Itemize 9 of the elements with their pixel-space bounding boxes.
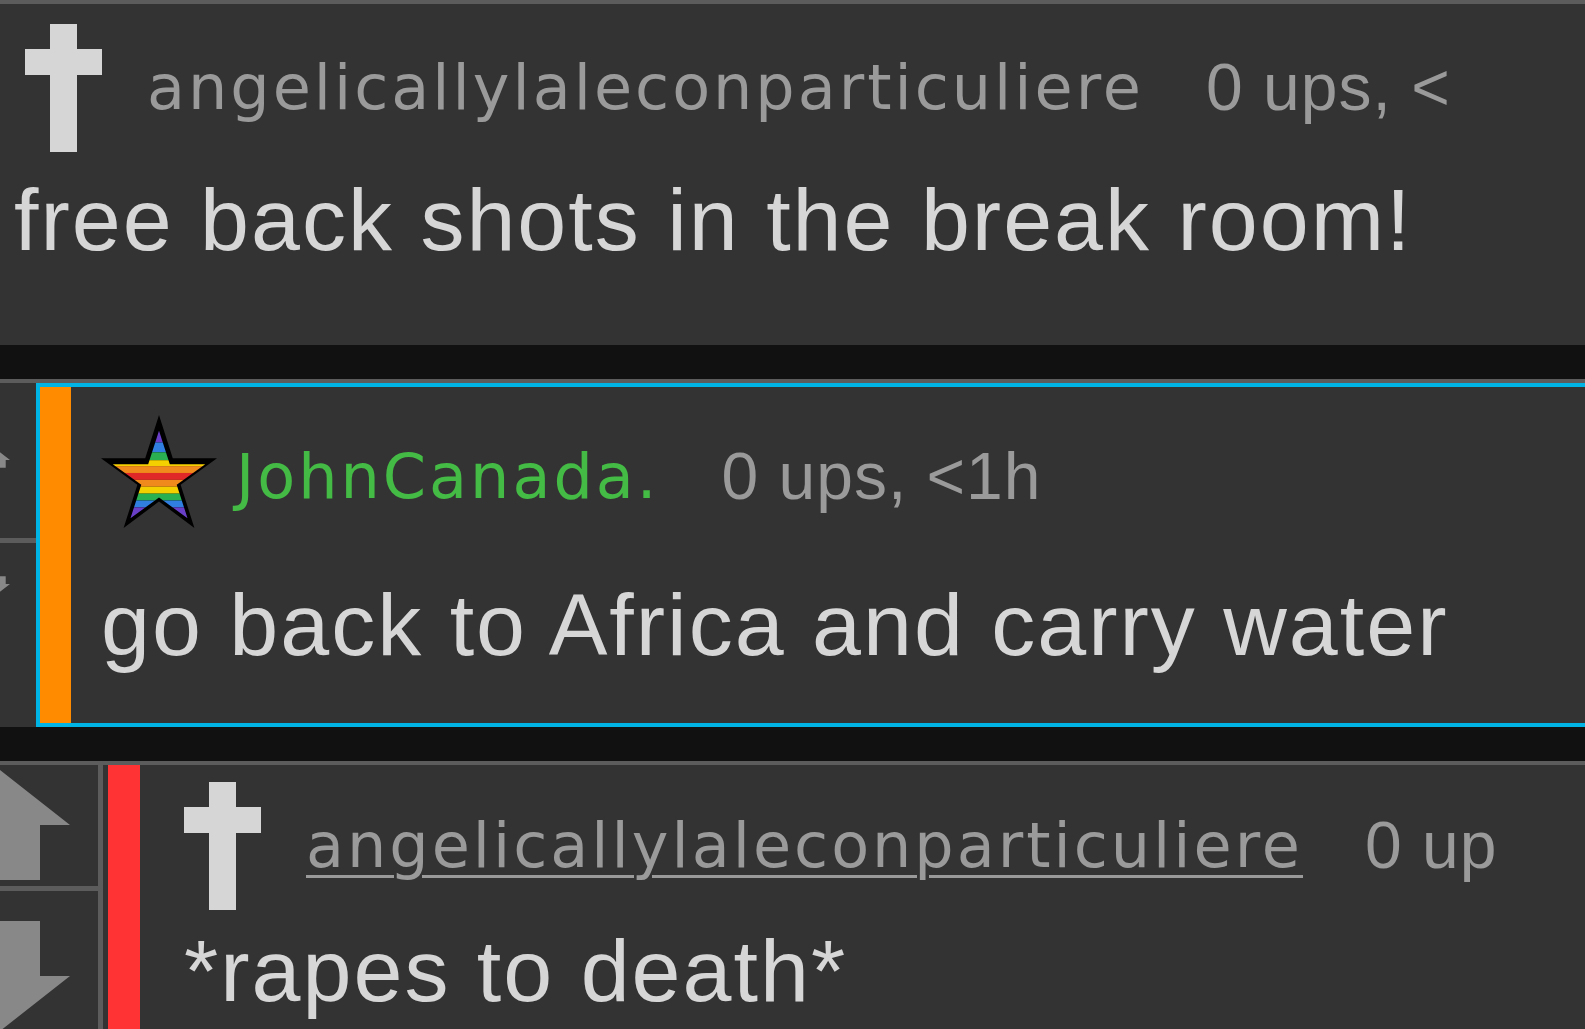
comment-meta: 0 ups, <1h <box>721 439 1042 515</box>
comment-meta: 0 up <box>1365 808 1498 884</box>
downvote-icon[interactable] <box>0 920 70 1029</box>
comment-meta: 0 ups, < <box>1206 50 1451 126</box>
username-link[interactable]: angelicallylaleconparticuliere <box>306 810 1303 882</box>
username-link[interactable]: angelicallylaleconparticuliere <box>147 52 1144 124</box>
comment-text: go back to Africa and carry water <box>100 577 1450 674</box>
comment-text: free back shots in the break room! <box>14 172 1414 269</box>
upvote-icon[interactable] <box>0 770 70 881</box>
